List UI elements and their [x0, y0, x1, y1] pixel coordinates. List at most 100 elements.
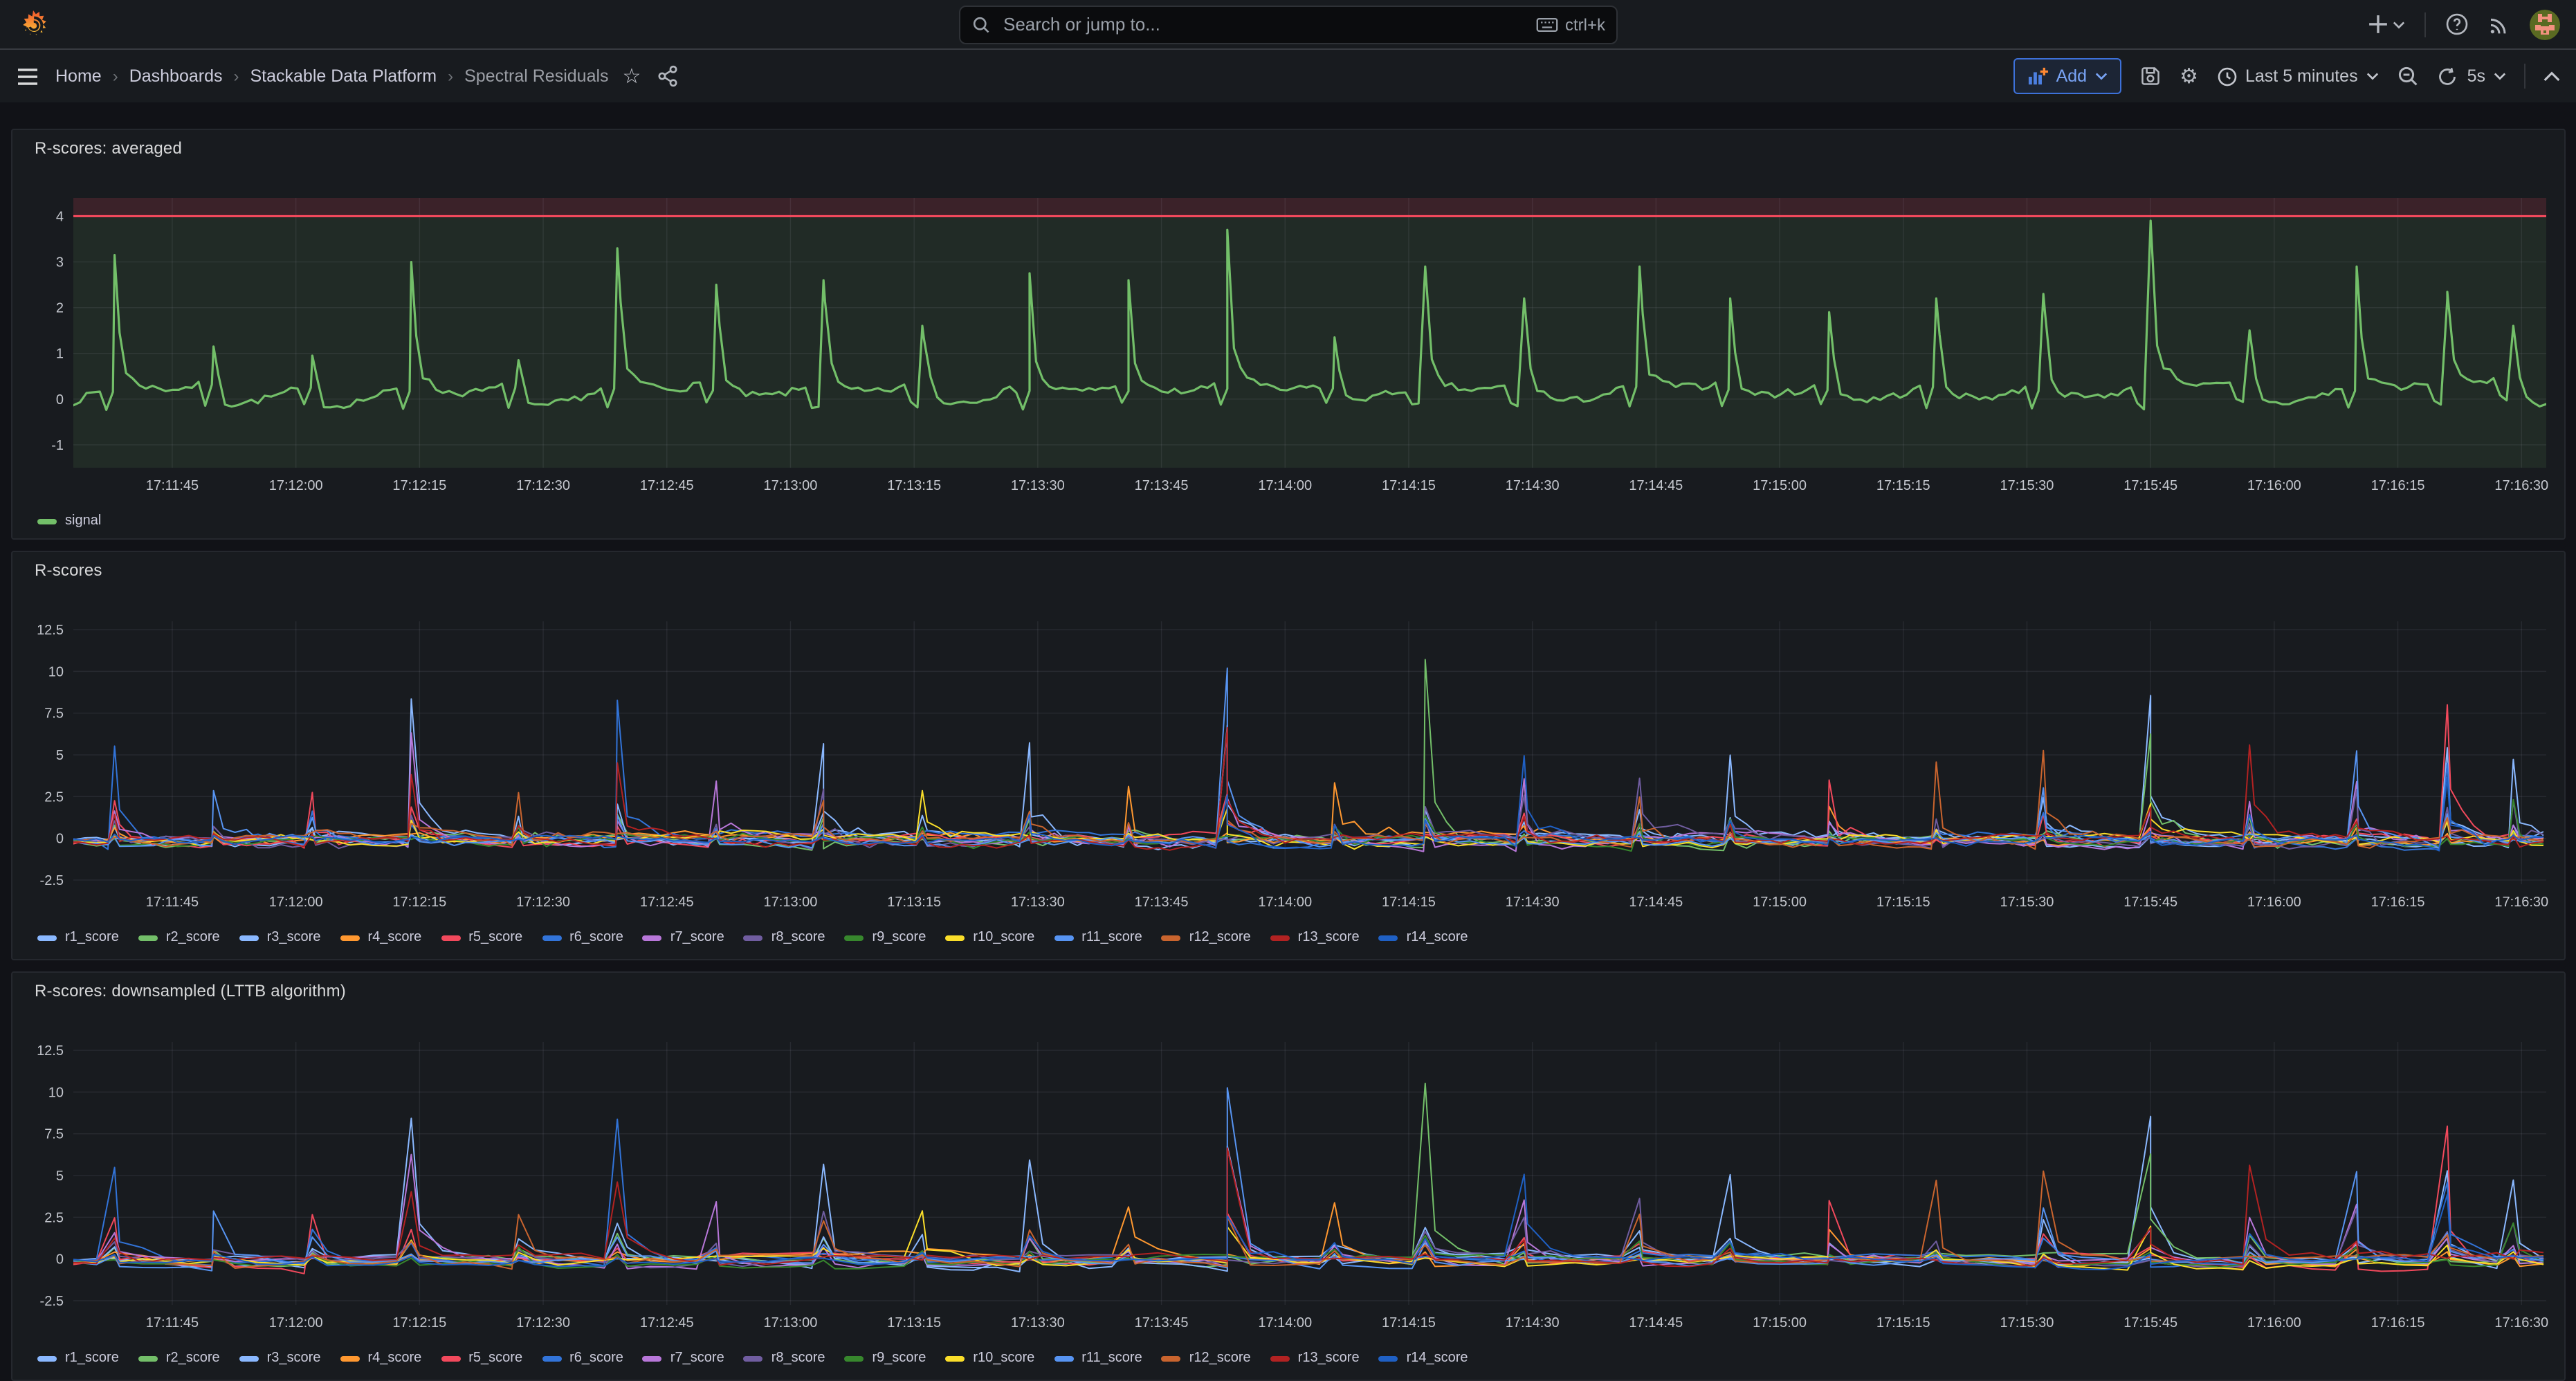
legend-item-r7_score[interactable]: r7_score — [643, 1351, 724, 1366]
legend-label: r3_score — [267, 1351, 321, 1366]
x-tick-label: 17:15:30 — [2000, 478, 2054, 493]
legend-label: r6_score — [569, 1351, 623, 1366]
legend-item-r5_score[interactable]: r5_score — [441, 930, 522, 945]
mega-menu-button[interactable] — [17, 67, 39, 85]
legend-swatch — [1270, 1355, 1290, 1361]
legend-item-r3_score[interactable]: r3_score — [239, 1351, 321, 1366]
y-tick-label: 7.5 — [44, 706, 64, 722]
legend-item-r10_score[interactable]: r10_score — [945, 1351, 1034, 1366]
x-tick-label: 17:12:30 — [516, 1315, 570, 1330]
x-tick-label: 17:13:30 — [1011, 1315, 1065, 1330]
legend-item-r5_score[interactable]: r5_score — [441, 1351, 522, 1366]
x-tick-label: 17:14:45 — [1629, 478, 1683, 493]
new-button[interactable] — [2368, 14, 2405, 35]
help-button[interactable] — [2445, 12, 2469, 36]
legend-label: r5_score — [468, 1351, 522, 1366]
y-tick-label: -2.5 — [40, 1294, 64, 1309]
legend-item-r2_score[interactable]: r2_score — [138, 1351, 220, 1366]
legend-item-r14_score[interactable]: r14_score — [1379, 930, 1468, 945]
refresh-button[interactable] — [2437, 66, 2458, 86]
legend-item-r14_score[interactable]: r14_score — [1379, 1351, 1468, 1366]
series-line-r3_score — [73, 1146, 2543, 1272]
legend-label: r6_score — [569, 930, 623, 945]
x-tick-label: 17:12:15 — [392, 1315, 446, 1330]
x-tick-label: 17:13:00 — [764, 478, 818, 493]
legend-item-r1_score[interactable]: r1_score — [37, 930, 119, 945]
legend-item-r2_score[interactable]: r2_score — [138, 930, 220, 945]
search-input[interactable] — [1001, 12, 1526, 36]
add-button[interactable]: Add — [2013, 58, 2122, 94]
legend-swatch — [1379, 935, 1398, 940]
legend-item-r12_score[interactable]: r12_score — [1162, 1351, 1251, 1366]
x-tick-label: 17:14:30 — [1506, 1315, 1560, 1330]
dashboard-settings-button[interactable]: ⚙ — [2180, 66, 2198, 86]
legend-item-r3_score[interactable]: r3_score — [239, 930, 321, 945]
legend-item-r13_score[interactable]: r13_score — [1270, 1351, 1360, 1366]
legend-item-r4_score[interactable]: r4_score — [340, 930, 421, 945]
legend-swatch — [37, 518, 57, 524]
legend-swatch — [1270, 935, 1290, 940]
search-box[interactable]: ctrl+k — [959, 5, 1618, 44]
panel-header[interactable]: R-scores: downsampled (LTTB algorithm) — [12, 973, 2564, 1009]
legend-item-r11_score[interactable]: r11_score — [1054, 1351, 1142, 1366]
panel-header[interactable]: R-scores — [12, 552, 2564, 588]
breadcrumb-separator: › — [113, 66, 118, 86]
legend-swatch — [340, 935, 359, 940]
x-tick-label: 17:15:00 — [1753, 478, 1807, 493]
x-tick-label: 17:15:45 — [2123, 478, 2177, 493]
legend-item-r6_score[interactable]: r6_score — [542, 1351, 623, 1366]
x-tick-label: 17:15:00 — [1753, 895, 1807, 910]
x-tick-label: 17:13:30 — [1011, 478, 1065, 493]
x-tick-label: 17:16:00 — [2247, 895, 2301, 910]
grafana-logo-icon[interactable] — [17, 8, 50, 41]
x-tick-label: 17:15:30 — [2000, 895, 2054, 910]
legend-item-r4_score[interactable]: r4_score — [340, 1351, 421, 1366]
news-button[interactable] — [2488, 13, 2510, 35]
share-button[interactable] — [657, 65, 678, 87]
legend-item-r10_score[interactable]: r10_score — [945, 930, 1034, 945]
zoom-out-button[interactable] — [2397, 65, 2419, 87]
x-tick-label: 17:14:00 — [1258, 478, 1312, 493]
series-line-r1_score — [73, 695, 2543, 847]
legend-label: r13_score — [1298, 930, 1360, 945]
legend-label: r4_score — [367, 1351, 421, 1366]
legend-swatch — [1162, 1355, 1181, 1361]
legend-item-r9_score[interactable]: r9_score — [845, 1351, 926, 1366]
breadcrumb-item-home[interactable]: Home — [55, 66, 102, 86]
favorite-button[interactable]: ☆ — [623, 66, 641, 86]
breadcrumb-item-stackable-data-platform[interactable]: Stackable Data Platform — [250, 66, 437, 86]
x-tick-label: 17:12:15 — [392, 895, 446, 910]
legend-item-r12_score[interactable]: r12_score — [1162, 930, 1251, 945]
time-series-chart[interactable]: 17:11:4517:12:0017:12:1517:12:3017:12:45… — [22, 588, 2555, 922]
refresh-interval-label: 5s — [2467, 66, 2485, 86]
save-dashboard-button[interactable] — [2139, 65, 2162, 87]
panel-r-scores: R-scores 17:11:4517:12:0017:12:1517:12:3… — [11, 551, 2566, 960]
legend-item-r13_score[interactable]: r13_score — [1270, 930, 1360, 945]
collapse-topbar-button[interactable] — [2543, 71, 2560, 82]
y-tick-label: 4 — [56, 209, 64, 224]
legend-item-r11_score[interactable]: r11_score — [1054, 930, 1142, 945]
legend-item-signal[interactable]: signal — [37, 513, 101, 529]
avatar[interactable] — [2530, 9, 2560, 39]
x-tick-label: 17:15:15 — [1876, 895, 1930, 910]
panel-header[interactable]: R-scores: averaged — [12, 130, 2564, 166]
time-series-chart[interactable]: 17:11:4517:12:0017:12:1517:12:3017:12:45… — [22, 1009, 2555, 1342]
legend-item-r8_score[interactable]: r8_score — [744, 930, 825, 945]
legend-label: signal — [65, 513, 101, 529]
legend-swatch — [138, 1355, 158, 1361]
legend-item-r7_score[interactable]: r7_score — [643, 930, 724, 945]
legend-item-r9_score[interactable]: r9_score — [845, 930, 926, 945]
y-tick-label: 0 — [56, 392, 64, 408]
breadcrumb-item-dashboards[interactable]: Dashboards — [129, 66, 223, 86]
legend-item-r6_score[interactable]: r6_score — [542, 930, 623, 945]
time-series-chart[interactable]: 17:11:4517:12:0017:12:1517:12:3017:12:45… — [22, 166, 2555, 505]
chart-svg: 17:11:4517:12:0017:12:1517:12:3017:12:45… — [22, 166, 2555, 498]
legend-item-r8_score[interactable]: r8_score — [744, 1351, 825, 1366]
time-range-picker[interactable]: Last 5 minutes — [2216, 66, 2379, 86]
refresh-interval-select[interactable]: 5s — [2467, 66, 2506, 86]
legend-label: r14_score — [1407, 1351, 1468, 1366]
x-tick-label: 17:12:15 — [392, 478, 446, 493]
legend-swatch — [1379, 1355, 1398, 1361]
legend-label: r1_score — [65, 1351, 119, 1366]
legend-item-r1_score[interactable]: r1_score — [37, 1351, 119, 1366]
